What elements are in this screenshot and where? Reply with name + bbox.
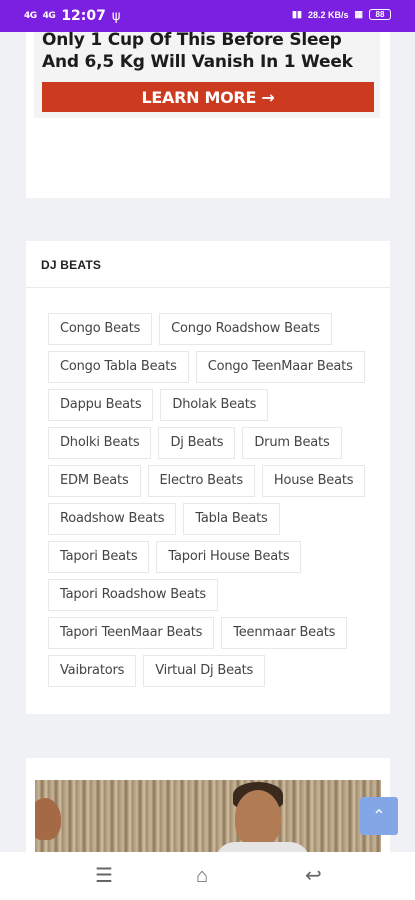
battery-icon: 88 — [369, 9, 391, 20]
status-time: 12:07 — [61, 8, 106, 24]
tag-link[interactable]: Tapori House Beats — [156, 541, 302, 573]
tag-link[interactable]: Tapori Roadshow Beats — [48, 579, 218, 611]
widget-title: DJ BEATS — [41, 258, 102, 272]
tag-link[interactable]: Vaibrators — [48, 655, 137, 687]
person-figure-right — [235, 790, 281, 846]
signal-icon: 4G — [24, 11, 37, 21]
chevron-up-icon: ⌃ — [372, 808, 386, 825]
tag-link[interactable]: Electro Beats — [147, 465, 255, 497]
tag-link[interactable]: Congo Roadshow Beats — [159, 313, 332, 345]
ad-card: Only 1 Cup Of This Before Sleep And 6,5 … — [26, 29, 390, 198]
battery-level: 88 — [375, 10, 385, 19]
tag-link[interactable]: EDM Beats — [48, 465, 141, 497]
wifi-icon: ▦ — [354, 9, 363, 19]
tag-link[interactable]: Congo TeenMaar Beats — [195, 351, 365, 383]
back-icon[interactable]: ↩ — [305, 866, 322, 886]
tag-link[interactable]: Tabla Beats — [183, 503, 280, 535]
tag-cloud: Congo Beats Congo Roadshow Beats Congo Tab… — [48, 313, 378, 687]
system-nav-bar: ☰ ⌂ ↩ — [0, 852, 415, 900]
status-right: ▮▮ 28.2 KB/s ▦ 88 — [292, 9, 391, 20]
tag-link[interactable]: Virtual Dj Beats — [143, 655, 266, 687]
tag-link[interactable]: Drum Beats — [242, 427, 342, 459]
scroll-to-top-button[interactable]: ⌃ — [360, 797, 398, 835]
tag-link[interactable]: Dj Beats — [158, 427, 236, 459]
tag-link[interactable]: Dholki Beats — [48, 427, 152, 459]
image-card — [26, 758, 390, 858]
tag-link[interactable]: Dholak Beats — [160, 389, 269, 421]
tag-link[interactable]: House Beats — [261, 465, 366, 497]
tag-link[interactable]: Roadshow Beats — [48, 503, 177, 535]
ad-headline[interactable]: Only 1 Cup Of This Before Sleep And 6,5 … — [42, 29, 382, 73]
dj-beats-widget: DJ BEATS Congo Beats Congo Roadshow Beats… — [26, 241, 390, 714]
status-left: 4G 4G 12:07 ψ — [24, 8, 120, 24]
tag-link[interactable]: Tapori Beats — [48, 541, 150, 573]
person-figure-left — [35, 798, 61, 840]
signal-icon-2: 4G — [42, 11, 56, 21]
tag-link[interactable]: Teenmaar Beats — [221, 617, 348, 649]
menu-icon[interactable]: ☰ — [95, 866, 113, 886]
home-icon[interactable]: ⌂ — [196, 866, 208, 886]
volte-icon: ▮▮ — [292, 9, 302, 19]
tag-link[interactable]: Tapori TeenMaar Beats — [48, 617, 215, 649]
tag-link[interactable]: Congo Beats — [48, 313, 153, 345]
post-thumbnail[interactable] — [35, 780, 381, 858]
divider — [26, 287, 390, 288]
tag-link[interactable]: Dappu Beats — [48, 389, 154, 421]
tag-link[interactable]: Congo Tabla Beats — [48, 351, 189, 383]
network-speed: 28.2 KB/s — [307, 9, 349, 20]
status-bar: 4G 4G 12:07 ψ ▮▮ 28.2 KB/s ▦ 88 — [0, 0, 415, 32]
usb-icon: ψ — [111, 8, 121, 24]
learn-more-button[interactable]: LEARN MORE → — [42, 82, 374, 112]
ad-banner[interactable]: Only 1 Cup Of This Before Sleep And 6,5 … — [34, 29, 382, 118]
